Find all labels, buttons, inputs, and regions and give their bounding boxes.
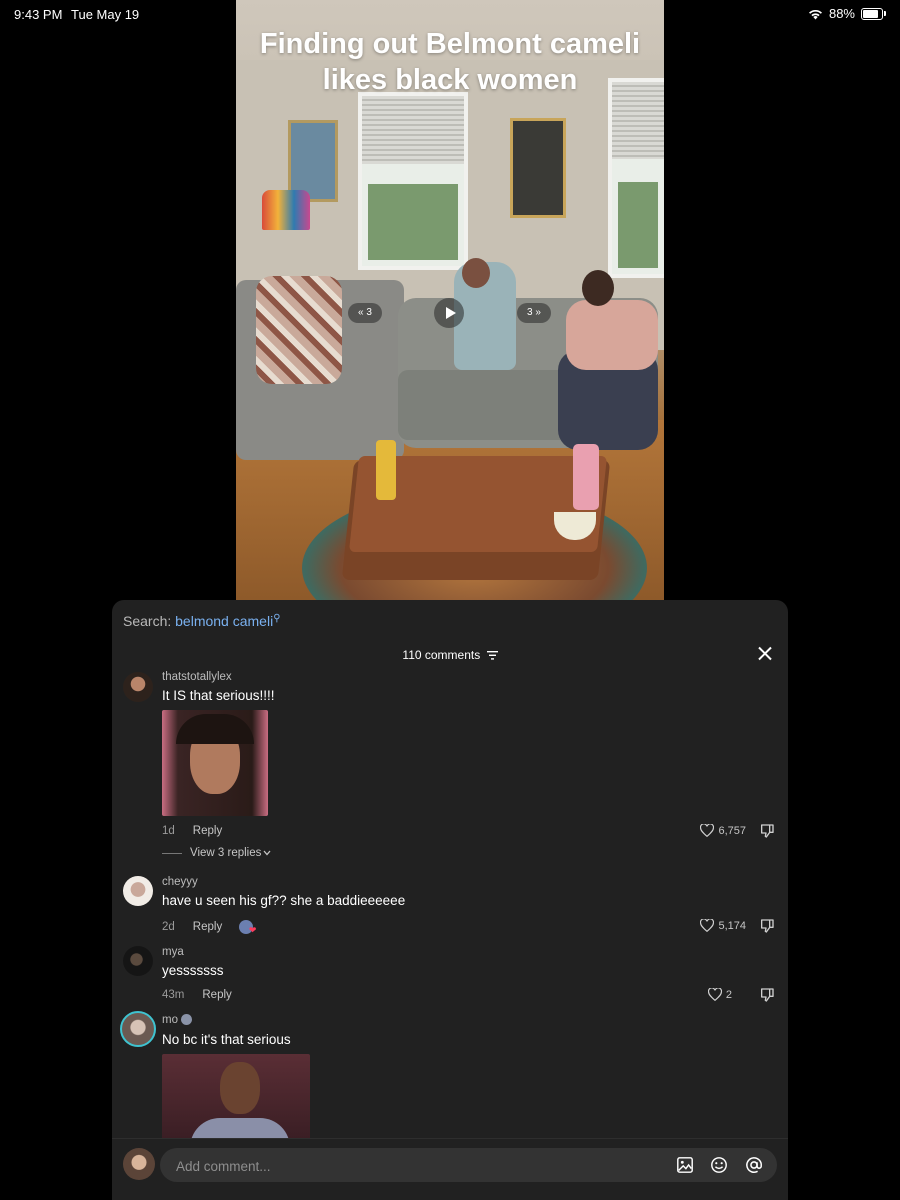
avatar[interactable] bbox=[123, 946, 153, 976]
reply-button[interactable]: Reply bbox=[193, 921, 222, 933]
my-avatar[interactable] bbox=[123, 1148, 155, 1180]
video-scene-window bbox=[358, 92, 468, 270]
divider-line bbox=[162, 852, 182, 854]
next-segment-button[interactable]: 3 » bbox=[517, 303, 551, 323]
video-scene-person-head bbox=[462, 258, 490, 288]
dislike-icon[interactable] bbox=[759, 823, 775, 839]
status-time: 9:43 PM bbox=[14, 7, 63, 22]
comment-text: have u seen his gf?? she a baddieeeeee bbox=[162, 893, 406, 908]
status-right: 88% bbox=[808, 6, 886, 21]
sort-icon[interactable] bbox=[486, 651, 498, 660]
wifi-icon bbox=[808, 9, 822, 19]
comment-time: 2d bbox=[162, 921, 175, 934]
view-replies-button[interactable]: View 3 replies bbox=[162, 847, 271, 859]
dislike-icon[interactable] bbox=[759, 918, 775, 934]
comment-time: 1d bbox=[162, 825, 175, 837]
comment-gif[interactable] bbox=[162, 710, 268, 816]
avatar[interactable] bbox=[120, 1011, 156, 1047]
comment-count-header[interactable]: 110 comments bbox=[112, 648, 788, 662]
video-scene-tumbler bbox=[573, 444, 599, 510]
video-scene-window bbox=[608, 78, 664, 278]
comment-username[interactable]: cheyyy bbox=[162, 876, 198, 888]
dislike-icon[interactable] bbox=[759, 987, 775, 1003]
video-player[interactable]: Finding out Belmont cameli likes black w… bbox=[236, 0, 664, 600]
battery-percent: 88% bbox=[828, 6, 855, 21]
sticker-icon[interactable] bbox=[710, 1156, 728, 1174]
avatar[interactable] bbox=[123, 672, 153, 702]
heart-icon bbox=[700, 824, 715, 837]
like-button[interactable]: 6,757 bbox=[700, 824, 746, 837]
mention-icon[interactable] bbox=[745, 1156, 763, 1174]
comment-meta: 43m Reply bbox=[162, 989, 232, 1001]
image-icon[interactable] bbox=[676, 1156, 694, 1174]
video-scene-lamp bbox=[262, 190, 310, 230]
comment-username[interactable]: thatstotallylex bbox=[162, 671, 232, 683]
reply-button[interactable]: Reply bbox=[193, 825, 222, 837]
search-icon: ⚲ bbox=[273, 613, 281, 624]
battery-icon bbox=[861, 7, 883, 20]
comment-text: It IS that serious!!!! bbox=[162, 688, 275, 703]
prev-segment-button[interactable]: « 3 bbox=[348, 303, 382, 323]
add-comment-input[interactable] bbox=[174, 1148, 658, 1184]
video-scene-person bbox=[566, 300, 658, 370]
comment-gif[interactable] bbox=[162, 1054, 310, 1140]
search-term[interactable]: belmond cameli bbox=[175, 613, 273, 629]
comment-meta: 2d Reply ❤ bbox=[162, 920, 256, 935]
comment-text: No bc it's that serious bbox=[162, 1032, 291, 1047]
view-replies-label: View 3 replies bbox=[190, 847, 262, 859]
comment-count: 110 comments bbox=[402, 648, 481, 662]
comments-panel: Search: belmond cameli⚲ 110 comments tha… bbox=[112, 600, 788, 1200]
like-button[interactable]: 2 bbox=[707, 988, 732, 1001]
chevron-down-icon bbox=[263, 850, 271, 856]
video-scene-cup bbox=[376, 440, 396, 500]
video-scene-mirror bbox=[510, 118, 566, 218]
heart-icon bbox=[707, 988, 722, 1001]
comment-text: yesssssss bbox=[162, 963, 224, 978]
like-count: 5,174 bbox=[718, 919, 746, 932]
play-button[interactable] bbox=[434, 298, 464, 328]
like-count: 2 bbox=[725, 988, 732, 1001]
close-icon[interactable] bbox=[758, 646, 772, 660]
search-prefix: Search: bbox=[123, 613, 172, 629]
heart-icon bbox=[700, 919, 715, 932]
reply-button[interactable]: Reply bbox=[202, 989, 231, 1001]
avatar[interactable] bbox=[123, 876, 153, 906]
search-suggestion[interactable]: Search: belmond cameli⚲ bbox=[123, 613, 281, 629]
comment-meta: 1d Reply bbox=[162, 825, 222, 837]
creator-liked-icon: ❤ bbox=[239, 920, 256, 935]
comment-input-bar bbox=[112, 1138, 788, 1200]
like-count: 6,757 bbox=[718, 824, 746, 837]
battery-tip bbox=[884, 11, 886, 16]
comment-input-box[interactable] bbox=[160, 1148, 777, 1184]
emoji-icon bbox=[181, 1014, 193, 1026]
status-date: Tue May 19 bbox=[71, 7, 140, 22]
video-scene-blanket bbox=[256, 276, 342, 384]
comment-username-text: mo bbox=[162, 1014, 178, 1026]
comment-time: 43m bbox=[162, 989, 185, 1001]
comment-username[interactable]: mya bbox=[162, 946, 184, 958]
comment-username[interactable]: mo bbox=[162, 1014, 193, 1026]
like-button[interactable]: 5,174 bbox=[700, 919, 746, 932]
video-scene-person-head bbox=[582, 270, 614, 306]
video-caption: Finding out Belmont cameli likes black w… bbox=[259, 28, 641, 96]
